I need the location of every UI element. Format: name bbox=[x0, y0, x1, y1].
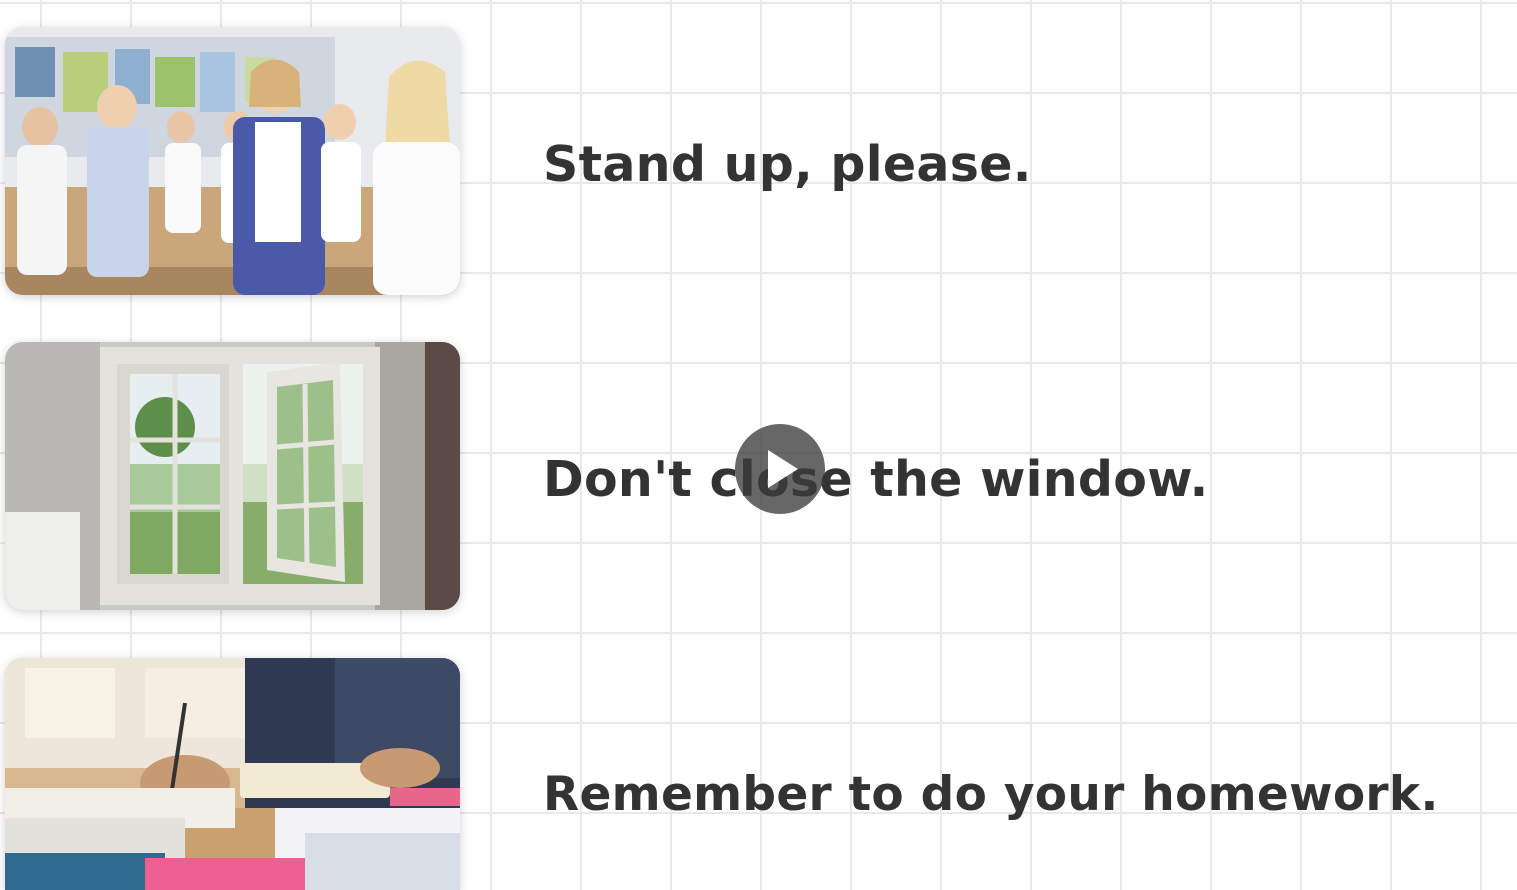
phrase-dont-close-window: Don't close the window. bbox=[543, 451, 1209, 508]
phrase-stand-up: Stand up, please. bbox=[543, 136, 1032, 193]
students-standing-image bbox=[5, 27, 460, 295]
homework-image bbox=[5, 658, 460, 890]
phrase-remember-homework: Remember to do your homework. bbox=[543, 767, 1439, 822]
play-button[interactable] bbox=[735, 424, 825, 514]
play-icon bbox=[768, 450, 798, 488]
lesson-slide: Stand up, please. Don't close the window… bbox=[0, 0, 1517, 890]
open-window-image bbox=[5, 342, 460, 610]
